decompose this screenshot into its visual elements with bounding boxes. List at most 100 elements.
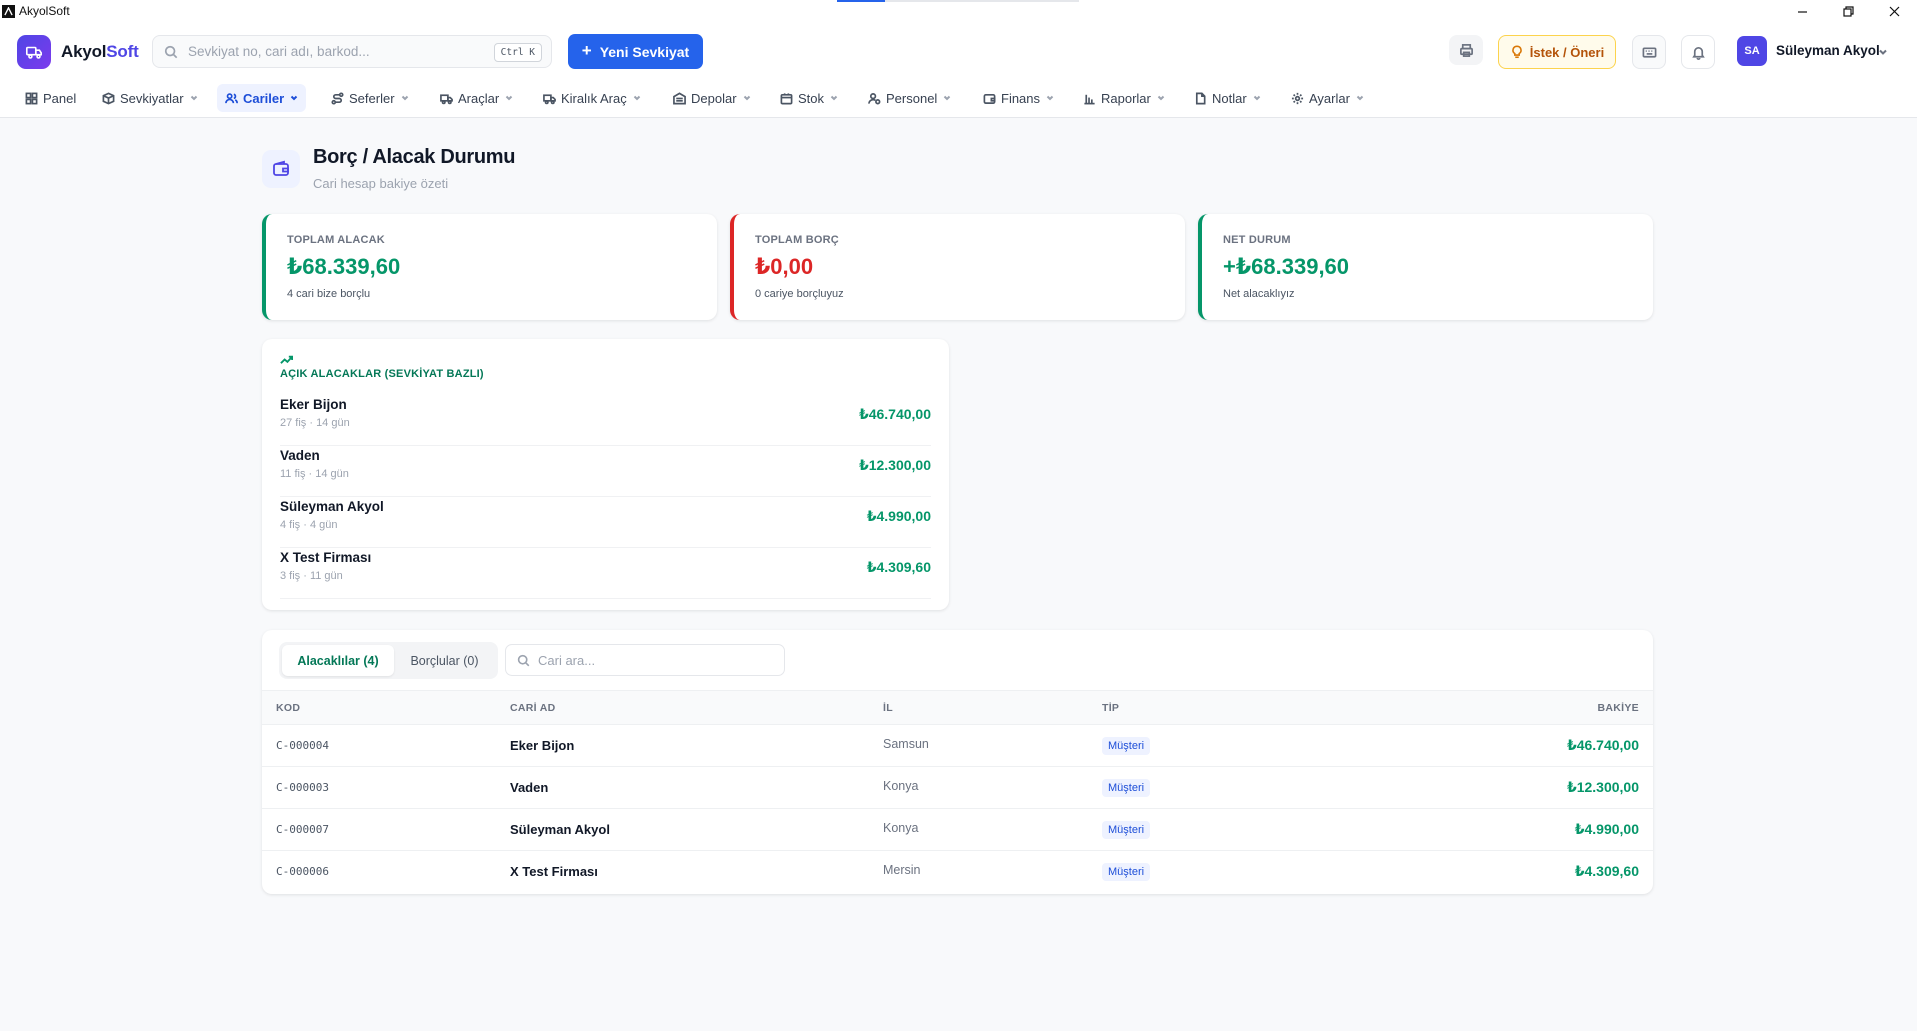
cell-name: Vaden xyxy=(510,780,549,795)
printer-button[interactable] xyxy=(1449,35,1483,65)
new-shipment-button[interactable]: + Yeni Sevkiyat xyxy=(568,34,703,69)
nav-item-personel[interactable]: Personel xyxy=(860,84,959,112)
chevron-down-icon xyxy=(830,95,838,101)
chevron-down-icon xyxy=(633,95,640,101)
column-header-name[interactable]: CARİ AD xyxy=(510,702,555,714)
cell-balance: ₺4.990,00 xyxy=(1574,821,1639,837)
open-receivables-card: AÇIK ALACAKLAR (SEVKİYAT BAZLI) Eker Bij… xyxy=(262,339,949,610)
chevron-down-icon xyxy=(944,95,951,101)
chevron-down-icon xyxy=(1046,95,1054,101)
chevron-down-icon xyxy=(290,95,298,101)
wallet-icon xyxy=(983,93,996,104)
nav-item-stok[interactable]: Stok xyxy=(772,84,846,112)
nav-item-panel[interactable]: Panel xyxy=(17,84,84,112)
main-nav: Panel Sevkiyatlar Cariler Seferler Araçl… xyxy=(0,80,1917,118)
restore-button[interactable] xyxy=(1825,0,1871,22)
total-receivable-card: TOPLAM ALACAK ₺68.339,60 4 cari bize bor… xyxy=(262,214,717,320)
table-row[interactable]: C-000003 Vaden Konya Müşteri ₺12.300,00 xyxy=(262,767,1653,809)
warehouse-icon xyxy=(673,91,686,104)
minimize-button[interactable] xyxy=(1779,0,1825,22)
open-receivables-title: AÇIK ALACAKLAR (SEVKİYAT BAZLI) xyxy=(280,368,484,380)
column-header-city[interactable]: İL xyxy=(883,702,893,714)
nav-item-seferler[interactable]: Seferler xyxy=(323,84,417,112)
list-item[interactable]: Vaden 11 fiş · 14 gün ₺12.300,00 xyxy=(280,446,931,497)
keyboard-icon xyxy=(1642,46,1656,58)
nav-item-depolar[interactable]: Depolar xyxy=(665,84,759,112)
stat-label: TOPLAM ALACAK xyxy=(287,234,385,246)
brand-name: AkyolSoft xyxy=(61,42,139,61)
cell-code: C-000004 xyxy=(276,739,329,752)
nav-item-raporlar[interactable]: Raporlar xyxy=(1075,84,1173,112)
search-icon xyxy=(517,654,530,666)
grid-icon xyxy=(25,92,38,104)
nav-item-ayarlar[interactable]: Ayarlar xyxy=(1283,84,1372,112)
tab-receivables[interactable]: Alacaklılar (4) xyxy=(282,645,394,676)
account-search-input[interactable]: Cari ara... xyxy=(505,644,785,676)
table-header: KOD CARİ AD İL TİP BAKİYE xyxy=(262,690,1653,725)
bell-icon xyxy=(1691,46,1705,60)
cell-code: C-000007 xyxy=(276,823,329,836)
tab-group: Alacaklılar (4) Borçlular (0) xyxy=(279,642,498,679)
close-window-button[interactable] xyxy=(1871,0,1917,22)
stat-note: 0 cariye borçluyuz xyxy=(755,288,844,300)
window-titlebar: AkyolSoft xyxy=(0,0,1917,22)
trending-up-icon xyxy=(280,355,293,364)
brand-logo[interactable] xyxy=(17,35,51,69)
nav-item-notlar[interactable]: Notlar xyxy=(1186,84,1269,112)
box-icon xyxy=(102,91,115,105)
loading-indicator xyxy=(837,0,1079,2)
cell-balance: ₺46.740,00 xyxy=(1566,737,1639,753)
chevron-down-icon xyxy=(1253,95,1260,101)
page-subtitle: Cari hesap bakiye özeti xyxy=(313,176,449,191)
notifications-button[interactable] xyxy=(1681,35,1715,69)
nav-item-cariler[interactable]: Cariler xyxy=(217,84,307,112)
cell-city: Mersin xyxy=(883,863,921,877)
list-item[interactable]: Eker Bijon 27 fiş · 14 gün ₺46.740,00 xyxy=(280,395,931,446)
keyboard-shortcuts-button[interactable] xyxy=(1632,35,1666,69)
cell-city: Samsun xyxy=(883,737,929,751)
list-item[interactable]: X Test Firması 3 fiş · 11 gün ₺4.309,60 xyxy=(280,548,931,599)
nav-item-kiralik-arac[interactable]: Kiralık Araç xyxy=(535,84,649,112)
page-title: Borç / Alacak Durumu xyxy=(313,146,516,168)
nav-item-sevkiyatlar[interactable]: Sevkiyatlar xyxy=(94,84,206,112)
stat-label: NET DURUM xyxy=(1223,234,1291,246)
user-name[interactable]: Süleyman Akyol xyxy=(1776,43,1880,58)
tab-payables[interactable]: Borçlular (0) xyxy=(394,645,495,676)
accounts-table-card: Alacaklılar (4) Borçlular (0) Cari ara..… xyxy=(262,630,1653,894)
chevron-down-icon xyxy=(1356,95,1364,101)
column-header-code[interactable]: KOD xyxy=(276,702,300,714)
nav-item-finans[interactable]: Finans xyxy=(975,84,1062,112)
cell-balance: ₺12.300,00 xyxy=(1566,779,1639,795)
suggestion-button[interactable]: İstek / Öneri xyxy=(1498,35,1616,69)
type-badge: Müşteri xyxy=(1102,779,1151,797)
stat-note: 4 cari bize borçlu xyxy=(287,288,371,300)
type-badge: Müşteri xyxy=(1102,863,1151,881)
truck-icon xyxy=(440,93,453,104)
global-search-input[interactable]: Sevkiyat no, cari adı, barkod... Ctrl K xyxy=(152,35,552,68)
user-cog-icon xyxy=(868,92,881,104)
window-title: AkyolSoft xyxy=(19,4,70,18)
user-avatar[interactable]: SA xyxy=(1737,36,1767,66)
app-logo-icon xyxy=(2,4,15,18)
stat-value: +₺68.339,60 xyxy=(1223,254,1350,279)
chevron-down-icon[interactable] xyxy=(1878,45,1888,55)
stat-label: TOPLAM BORÇ xyxy=(755,234,839,246)
list-item[interactable]: Süleyman Akyol 4 fiş · 4 gün ₺4.990,00 xyxy=(280,497,931,548)
cell-name: Süleyman Akyol xyxy=(510,822,610,837)
column-header-type[interactable]: TİP xyxy=(1102,702,1119,714)
nav-item-araclar[interactable]: Araçlar xyxy=(432,84,521,112)
table-row[interactable]: C-000007 Süleyman Akyol Konya Müşteri ₺4… xyxy=(262,809,1653,851)
table-row[interactable]: C-000004 Eker Bijon Samsun Müşteri ₺46.7… xyxy=(262,725,1653,767)
column-header-balance[interactable]: BAKİYE xyxy=(1598,702,1639,714)
plus-icon: + xyxy=(581,40,592,60)
route-icon xyxy=(331,91,344,105)
search-icon xyxy=(164,45,178,58)
stat-note: Net alacaklıyız xyxy=(1223,288,1295,300)
open-receivables-header: AÇIK ALACAKLAR (SEVKİYAT BAZLI) xyxy=(280,353,484,380)
total-payable-card: TOPLAM BORÇ ₺0,00 0 cariye borçluyuz xyxy=(730,214,1185,320)
printer-icon xyxy=(1459,43,1473,57)
stat-value: ₺68.339,60 xyxy=(287,254,401,279)
net-status-card: NET DURUM +₺68.339,60 Net alacaklıyız xyxy=(1198,214,1653,320)
table-row[interactable]: C-000006 X Test Firması Mersin Müşteri ₺… xyxy=(262,851,1653,893)
truck-icon xyxy=(543,93,556,104)
